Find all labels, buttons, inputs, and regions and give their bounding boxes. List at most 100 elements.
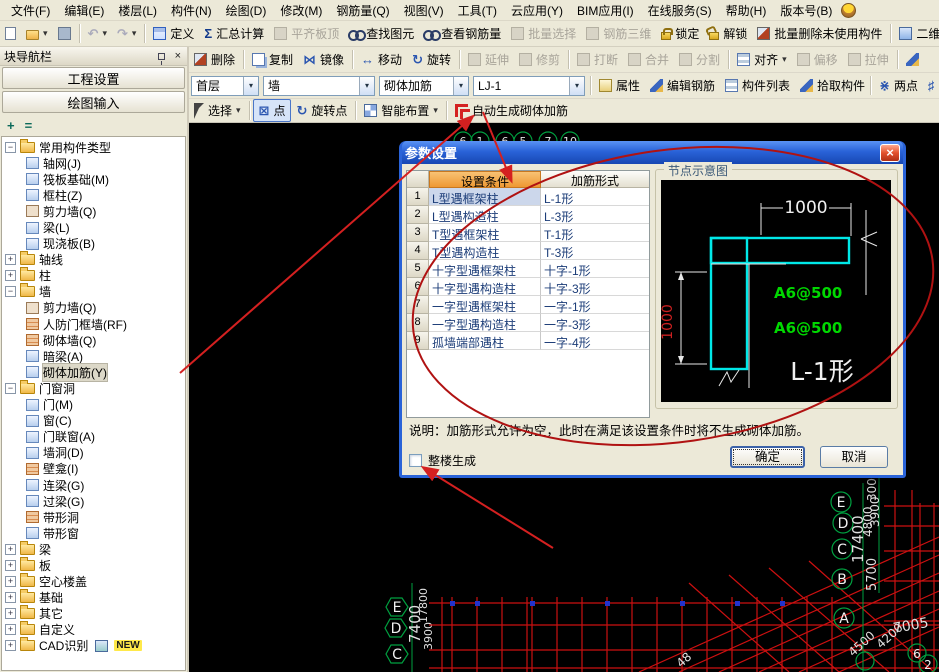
point-tool-button[interactable]: ⊠ 点 [252,99,292,122]
chevron-down-icon[interactable]: ▾ [569,76,584,95]
undo-button[interactable]: ↶ ▾ [83,25,112,42]
open-button[interactable]: ▾ [21,26,53,42]
rotate-button[interactable]: ↻ 旋转 [407,49,456,70]
expand-icon[interactable] [5,559,16,571]
copy-button[interactable]: 复制 [247,49,298,70]
merge-button[interactable]: 合并 [623,49,674,70]
expand-icon[interactable] [5,576,16,588]
tree-item-window[interactable]: 窗(C) [2,413,185,429]
expand-icon[interactable] [5,270,16,282]
table-row[interactable]: 2 L型遇构造柱 L-3形 [407,206,649,224]
panel-close-icon[interactable]: × [173,50,183,62]
expand-icon[interactable] [5,592,16,604]
table-row[interactable]: 5 十字型遇框架柱 十字-1形 [407,260,649,278]
two-point-button[interactable]: ⋇ 两点 [874,75,923,96]
menu-modify[interactable]: 修改(M) [273,0,329,21]
redo-button[interactable]: ↷ ▾ [112,25,141,42]
tree-item-beam[interactable]: 梁(L) [2,219,185,235]
select-tool-button[interactable]: 选择 ▾ [189,100,246,121]
partial-button[interactable] [901,51,924,68]
find-element-button[interactable]: 查找图元 [344,23,419,44]
menu-version[interactable]: 版本号(B) [773,0,839,21]
tree-folder-common[interactable]: 常用构件类型 [2,138,185,155]
tree-folder-foundation[interactable]: 基础 [2,589,185,606]
tree-item-strip-hole[interactable]: 带形洞 [2,509,185,525]
tree-item-shear-wall[interactable]: 剪力墙(Q) [2,203,185,219]
floor-select[interactable]: 首层 ▾ [191,75,259,96]
properties-button[interactable]: 属性 [594,75,645,96]
stretch-button[interactable]: 拉伸 [843,49,894,70]
view-2d-button[interactable]: 二维 [894,23,939,44]
pin-icon[interactable] [157,52,165,65]
menu-draw[interactable]: 绘图(D) [219,0,274,21]
tree-item-door-window[interactable]: 门联窗(A) [2,429,185,445]
menu-online[interactable]: 在线服务(S) [641,0,719,21]
tree-item-shear-wall-2[interactable]: 剪力墙(Q) [2,300,185,316]
menu-tools[interactable]: 工具(T) [451,0,504,21]
table-row[interactable]: 8 一字型遇构造柱 一字-3形 [407,314,649,332]
tree-folder-custom[interactable]: 自定义 [2,621,185,638]
tree-item-strip-window[interactable]: 带形窗 [2,525,185,541]
menu-view[interactable]: 视图(V) [397,0,451,21]
smart-layout-button[interactable]: 智能布置 ▾ [359,100,443,121]
rebar-3d-button[interactable]: 钢筋三维 [581,23,656,44]
draw-input-button[interactable]: 绘图输入 [2,91,185,113]
tree-item-raft[interactable]: 筏板基础(M) [2,171,185,187]
pick-component-button[interactable]: 拾取构件 [795,75,870,96]
tree-folder-slab[interactable]: 板 [2,556,185,573]
menu-component[interactable]: 构件(N) [164,0,219,21]
tree-item-masonry-wall[interactable]: 砌体墙(Q) [2,332,185,348]
menu-cloud[interactable]: 云应用(Y) [504,0,570,21]
ok-button[interactable]: 确定 [730,446,805,468]
auto-generate-masonry-rebar-button[interactable]: 自动生成砌体加筋 [450,100,573,121]
split-button[interactable]: 分割 [674,49,725,70]
delete-button[interactable]: 删除 [189,49,240,70]
expand-all-icon[interactable]: + [7,118,15,133]
category-select[interactable]: 墙 ▾ [263,75,375,96]
expand-icon[interactable] [5,640,16,652]
menu-file[interactable]: 文件(F) [4,0,57,21]
tree-item-wall-hole[interactable]: 墙洞(D) [2,445,185,461]
lock-button[interactable]: 锁定 [656,23,704,44]
tree-folder-cad-recognition[interactable]: CAD识别NEW [2,637,185,654]
unlock-button[interactable]: 解锁 [704,23,752,44]
dialog-close-button[interactable]: × [880,143,900,162]
collapse-icon[interactable] [5,141,16,153]
tree-item-door[interactable]: 门(M) [2,397,185,413]
project-settings-button[interactable]: 工程设置 [2,67,185,89]
menu-rebar[interactable]: 钢筋量(Q) [329,0,396,21]
menu-edit[interactable]: 编辑(E) [57,0,111,21]
chevron-down-icon[interactable]: ▾ [243,76,258,95]
expand-icon[interactable] [5,624,16,636]
cancel-button[interactable]: 取消 [820,446,888,468]
expand-icon[interactable] [5,608,16,620]
parallel-button[interactable]: ♯平行 [923,75,939,96]
dialog-title-bar[interactable]: 参数设置 × [402,141,903,164]
offset-button[interactable]: 偏移 [792,49,843,70]
menu-help[interactable]: 帮助(H) [719,0,774,21]
edit-rebar-button[interactable]: 编辑钢筋 [645,75,720,96]
tree-folder-openings[interactable]: 门窗洞 [2,379,185,396]
align-button[interactable]: 对齐 ▾ [732,49,792,70]
column-header-condition[interactable]: 设置条件 [429,171,541,188]
tree-folder-beam[interactable]: 梁 [2,540,185,557]
batch-delete-unused-button[interactable]: 批量删除未使用构件 [752,23,887,44]
trim-button[interactable]: 修剪 [514,49,565,70]
expand-icon[interactable] [5,543,16,555]
table-row[interactable]: 9 孤墙端部遇柱 一字-4形 [407,332,649,350]
component-name-select[interactable]: LJ-1 ▾ [473,75,585,96]
collapse-icon[interactable] [5,382,16,394]
table-row[interactable]: 6 十字型遇构造柱 十字-3形 [407,278,649,296]
tree-item-slab[interactable]: 现浇板(B) [2,236,185,252]
tree-item-coupling-beam[interactable]: 连梁(G) [2,477,185,493]
column-header-form[interactable]: 加筋形式 [541,171,649,188]
table-row[interactable]: 3 T型遇框架柱 T-1形 [407,224,649,242]
tree-folder-other[interactable]: 其它 [2,605,185,622]
tree-folder-column[interactable]: 柱 [2,267,185,284]
new-button[interactable] [0,25,21,42]
tree-item-masonry-rebar[interactable]: 砌体加筋(Y) [2,362,185,382]
tree-item-hidden-beam[interactable]: 暗梁(A) [2,348,185,364]
move-button[interactable]: ↔ 移动 [356,49,407,70]
mirror-button[interactable]: ⋈ 镜像 [298,49,349,70]
table-row[interactable]: 7 一字型遇框架柱 一字-1形 [407,296,649,314]
